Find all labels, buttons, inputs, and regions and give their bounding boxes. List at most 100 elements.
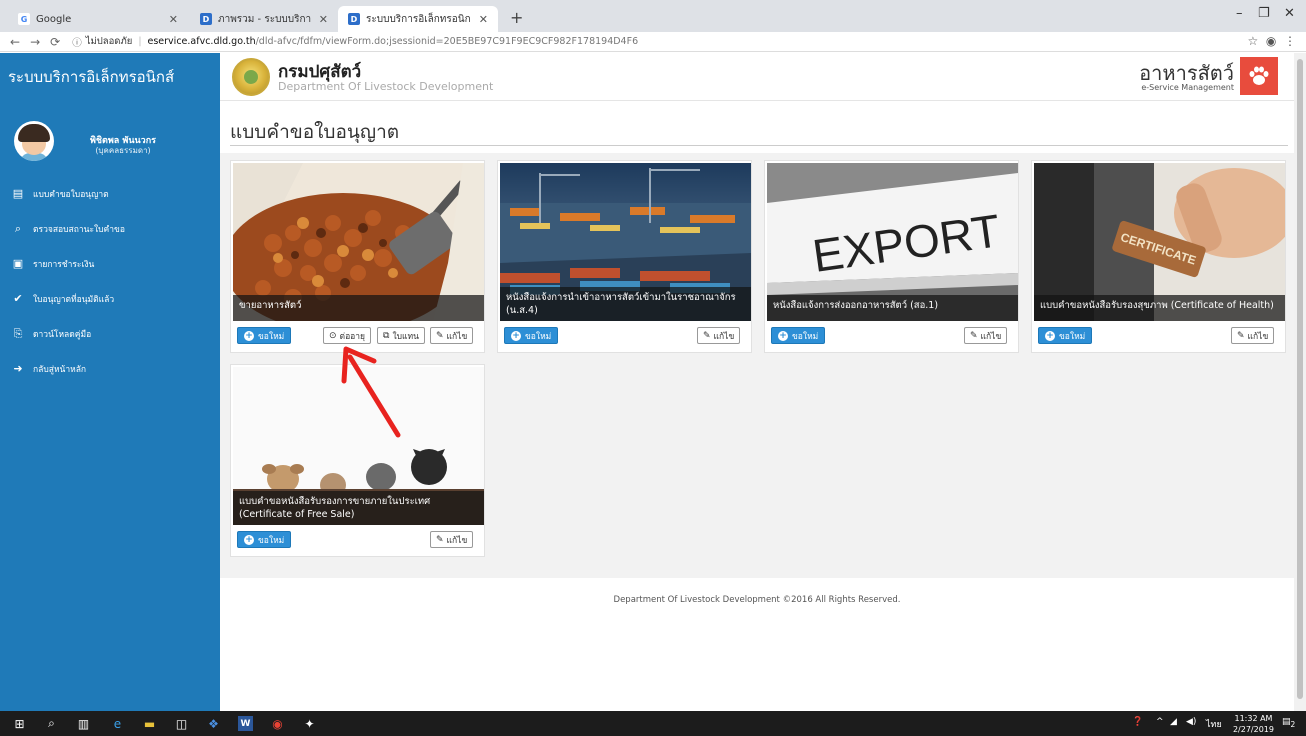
- pencil-icon: ✎: [970, 330, 978, 341]
- pet-food-image: ขายอาหารสัตว์: [233, 163, 484, 321]
- browser-tab-google[interactable]: G Google ✕: [8, 6, 188, 32]
- tab-label: ภาพรวม - ระบบบริการอิเล็กทรอนิกส์: [218, 13, 311, 25]
- sidebar-item-label: แบบคำขอใบอนุญาต: [33, 189, 109, 200]
- edit-button[interactable]: ✎ แก้ไข: [430, 531, 474, 548]
- security-label: ไม่ปลอดภัย: [85, 36, 133, 47]
- chrome-icon[interactable]: ◉: [270, 716, 285, 731]
- sidebar-item-payments[interactable]: ▣ รายการชำระเงิน: [0, 246, 220, 281]
- back-icon[interactable]: ←: [10, 35, 20, 49]
- address-bar: ← → ⟳ ⓘ ไม่ปลอดภัย | eservice.afvc.dld.g…: [0, 32, 1306, 52]
- new-request-button[interactable]: + ขอใหม่: [237, 531, 292, 548]
- new-request-button[interactable]: + ขอใหม่: [504, 327, 559, 344]
- sidebar-item-license-request[interactable]: ▤ แบบคำขอใบอนุญาต: [0, 176, 220, 211]
- card-caption: แบบคำขอหนังสือรับรองสุขภาพ (Certificate …: [1034, 295, 1285, 321]
- app-header: ระบบบริการอิเล็กทรอนิกส์ กรมปศุสัตว์ Dep…: [0, 53, 1306, 101]
- browser-tab-eservice[interactable]: D ระบบบริการอิเล็กทรอนิกส์ ✕: [338, 6, 498, 32]
- edit-button[interactable]: ✎ แก้ไข: [1231, 327, 1275, 344]
- tray-arrow-icon[interactable]: ^: [1156, 717, 1164, 727]
- signout-icon: ➜: [13, 362, 23, 375]
- site-favicon-icon: D: [200, 13, 212, 25]
- app-icon[interactable]: ✦: [302, 716, 317, 731]
- sidebar-menu: ▤ แบบคำขอใบอนุญาต ⌕ ตรวจสอบสถานะใบคำขอ ▣…: [0, 176, 220, 386]
- plus-circle-icon: +: [511, 330, 521, 341]
- windows-start-icon[interactable]: ⊞: [12, 716, 27, 731]
- network-icon[interactable]: ◢: [1170, 717, 1177, 727]
- browser-tab-bar: G Google ✕ D ภาพรวม - ระบบบริการอิเล็กทร…: [0, 0, 1306, 32]
- edit-button[interactable]: ✎ แก้ไข: [964, 327, 1008, 344]
- info-icon[interactable]: ⓘ: [72, 35, 82, 49]
- new-request-button[interactable]: + ขอใหม่: [1038, 327, 1093, 344]
- clock-time: 11:32 AM: [1234, 714, 1273, 723]
- port-image: หนังสือแจ้งการนำเข้าอาหารสัตว์เข้ามาในรา…: [500, 163, 751, 321]
- tab-label: Google: [36, 13, 72, 25]
- service-subtitle: e-Service Management: [1141, 83, 1234, 92]
- task-view-icon[interactable]: ▥: [76, 716, 91, 731]
- site-favicon-icon: D: [348, 13, 360, 25]
- license-card-import: หนังสือแจ้งการนำเข้าอาหารสัตว์เข้ามาในรา…: [497, 160, 752, 353]
- sidebar-item-home[interactable]: ➜ กลับสู่หน้าหลัก: [0, 351, 220, 386]
- sidebar-item-check-status[interactable]: ⌕ ตรวจสอบสถานะใบคำขอ: [0, 211, 220, 246]
- maximize-icon[interactable]: ❐: [1258, 6, 1270, 21]
- file-explorer-icon[interactable]: ▬: [142, 716, 157, 731]
- bookmark-star-icon[interactable]: ☆ ◉ ⋮: [1248, 34, 1297, 48]
- close-icon[interactable]: ✕: [479, 13, 488, 26]
- new-request-button[interactable]: + ขอใหม่: [771, 327, 826, 344]
- page-title: แบบคำขอใบอนุญาต: [230, 121, 400, 143]
- close-icon[interactable]: ✕: [169, 13, 178, 26]
- pencil-icon: ✎: [436, 534, 444, 545]
- google-favicon-icon: G: [18, 13, 30, 25]
- user-role: (บุคคลธรรมดา): [95, 146, 151, 155]
- license-card-health-cert: CERTIFICATE แบบคำขอหนังสือรับรองสุขภาพ (…: [1031, 160, 1286, 353]
- language-indicator[interactable]: ไทย: [1206, 717, 1222, 731]
- url-host: eservice.afvc.dld.go.th: [147, 36, 256, 47]
- annotation-arrow-icon: [341, 346, 401, 438]
- store-icon[interactable]: ◫: [174, 716, 189, 731]
- new-request-button[interactable]: + ขอใหม่: [237, 327, 292, 344]
- divider: [230, 145, 1288, 146]
- edge-browser-icon[interactable]: e: [110, 716, 125, 731]
- dropbox-icon[interactable]: ❖: [206, 716, 221, 731]
- export-image: EXPORT หนังสือแจ้งการส่งออกอาหารสัตว์ (ส…: [767, 163, 1018, 321]
- url-field[interactable]: ⓘ ไม่ปลอดภัย | eservice.afvc.dld.go.th/d…: [72, 34, 638, 49]
- forward-icon[interactable]: →: [30, 35, 40, 49]
- url-path: /dld-afvc/fdfm/viewForm.do;jsessionid=20…: [255, 36, 639, 47]
- card-caption: ขายอาหารสัตว์: [233, 295, 484, 321]
- reload-icon[interactable]: ⟳: [50, 35, 60, 49]
- page-scrollbar[interactable]: [1294, 53, 1306, 711]
- plus-circle-icon: +: [244, 534, 254, 545]
- system-name[interactable]: ระบบบริการอิเล็กทรอนิกส์: [0, 53, 220, 101]
- browser-tab-overview[interactable]: D ภาพรวม - ระบบบริการอิเล็กทรอนิกส์ ✕: [190, 6, 338, 32]
- window-close-icon[interactable]: ✕: [1284, 6, 1295, 21]
- help-icon[interactable]: ❓: [1132, 717, 1143, 727]
- search-icon[interactable]: ⌕: [44, 716, 59, 731]
- new-tab-button[interactable]: +: [510, 8, 523, 27]
- license-card-sell-feed: ขายอาหารสัตว์ + ขอใหม่ ⊙ ต่ออายุ ⧉ ใบแทน ✎ แ…: [230, 160, 485, 353]
- minimize-icon[interactable]: –: [1236, 6, 1243, 21]
- sidebar-item-label: ใบอนุญาตที่อนุมัติแล้ว: [33, 294, 115, 305]
- dld-logo-icon: [232, 58, 270, 96]
- certificate-stamp-image: CERTIFICATE แบบคำขอหนังสือรับรองสุขภาพ (…: [1034, 163, 1285, 321]
- volume-icon[interactable]: ◀): [1186, 717, 1196, 727]
- card-caption: หนังสือแจ้งการส่งออกอาหารสัตว์ (สอ.1): [767, 295, 1018, 321]
- card-caption: หนังสือแจ้งการนำเข้าอาหารสัตว์เข้ามาในรา…: [500, 287, 751, 321]
- pencil-icon: ✎: [703, 330, 711, 341]
- plus-circle-icon: +: [1045, 330, 1055, 341]
- pencil-icon: ✎: [1237, 330, 1245, 341]
- cart-icon: ▣: [12, 257, 24, 270]
- sidebar-item-download-manual[interactable]: ⎘ ดาวน์โหลดคู่มือ: [0, 316, 220, 351]
- paw-icon: [1240, 57, 1278, 95]
- sidebar-item-label: ดาวน์โหลดคู่มือ: [33, 329, 92, 340]
- edit-button[interactable]: ✎ แก้ไข: [430, 327, 474, 344]
- notification-icon[interactable]: ▤2: [1282, 717, 1295, 729]
- close-icon[interactable]: ✕: [319, 13, 328, 26]
- plus-circle-icon: +: [244, 330, 254, 341]
- edit-button[interactable]: ✎ แก้ไข: [697, 327, 741, 344]
- check-circle-icon: ✔: [13, 292, 23, 305]
- sidebar-item-approved-licenses[interactable]: ✔ ใบอนุญาตที่อนุมัติแล้ว: [0, 281, 220, 316]
- pdf-icon: ⎘: [13, 326, 23, 340]
- clock[interactable]: 11:32 AM 2/27/2019: [1233, 713, 1274, 735]
- search-icon: ⌕: [14, 221, 22, 235]
- word-icon[interactable]: W: [238, 716, 253, 731]
- plus-circle-icon: +: [778, 330, 788, 341]
- sidebar-item-label: รายการชำระเงิน: [33, 259, 95, 270]
